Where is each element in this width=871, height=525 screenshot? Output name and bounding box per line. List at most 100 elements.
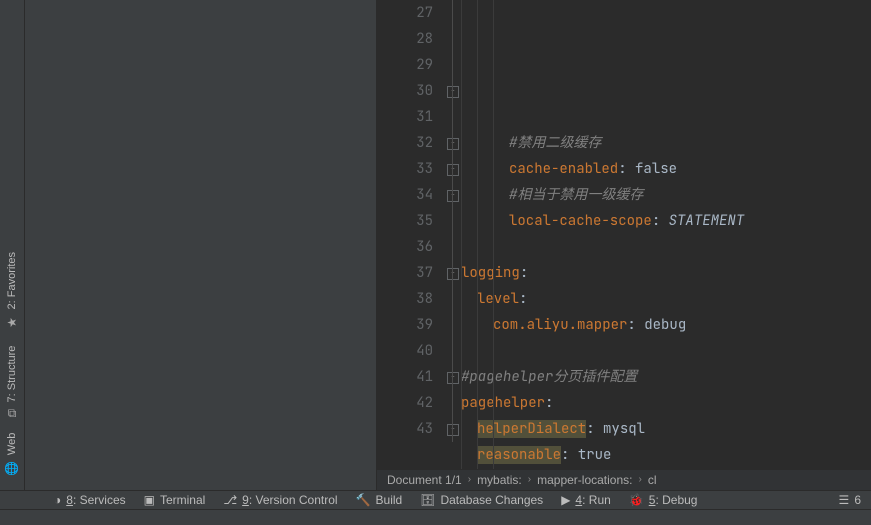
code-token: reasonable <box>477 446 561 464</box>
code-line[interactable]: local-cache-scope: STATEMENT <box>461 208 871 234</box>
structure-icon: ⧉ <box>8 406 17 420</box>
bottom-toolbar: ◑ 8: Services ▣ Terminal ⎇ 9: Version Co… <box>0 490 871 509</box>
code-token: : <box>618 160 635 178</box>
fold-open-icon[interactable]: − <box>447 164 459 176</box>
code-line[interactable]: reasonable: true <box>461 442 871 468</box>
bug-icon: 🐞 <box>629 493 644 507</box>
services-icon: ◑ <box>54 493 61 507</box>
code-token: false <box>635 160 677 178</box>
breadcrumb-doc: Document 1/1 <box>387 469 462 490</box>
code-token: : <box>520 264 528 282</box>
line-number: 35 <box>377 208 433 234</box>
line-number: 30 <box>377 78 433 104</box>
database-changes-button[interactable]: 🗄 Database Changes <box>420 493 543 507</box>
breadcrumb-item[interactable]: mapper-locations: <box>537 469 632 490</box>
fold-close-icon[interactable]: − <box>447 86 459 98</box>
version-control-button[interactable]: ⎇ 9: Version Control <box>223 493 337 507</box>
code-token: logging <box>461 264 520 282</box>
code-token: #禁用二级缓存 <box>509 134 601 152</box>
web-label: Web <box>6 433 18 455</box>
code-token: level <box>477 290 519 308</box>
code-line[interactable]: cache-enabled: false <box>461 156 871 182</box>
status-list-button[interactable]: ☰ 6 <box>839 493 861 507</box>
code-token: : <box>652 212 669 230</box>
play-icon: ▶ <box>561 493 570 507</box>
code-line[interactable]: #禁用二级缓存 <box>461 130 871 156</box>
structure-toolwindow[interactable]: ⧉ 7: Structure <box>5 338 19 425</box>
chevron-right-icon: › <box>528 469 531 490</box>
code-column[interactable]: #禁用二级缓存 cache-enabled: false #相当于禁用一级缓存 loc… <box>461 0 871 469</box>
run-button[interactable]: ▶ 4: Run <box>561 493 611 507</box>
code-line[interactable] <box>461 338 871 364</box>
code-token: debug <box>644 316 686 334</box>
breadcrumb-item[interactable]: mybatis: <box>477 469 522 490</box>
code-line[interactable]: level: <box>461 286 871 312</box>
code-token: cache-enabled <box>509 160 618 178</box>
services-button[interactable]: ◑ 8: Services <box>54 493 126 507</box>
structure-label: 7: Structure <box>6 346 18 403</box>
fold-open-icon[interactable]: − <box>447 424 459 436</box>
code-token: #相当于禁用一级缓存 <box>509 186 643 204</box>
code-line[interactable]: pagehelper: <box>461 390 871 416</box>
code-token: STATEMENT <box>669 212 745 230</box>
code-token: com.aliyu.mapper <box>493 316 627 334</box>
line-number: 31 <box>377 104 433 130</box>
favorites-label: 2: Favorites <box>6 252 18 309</box>
code-token: pagehelper <box>461 394 545 412</box>
code-token: #pagehelper分页插件配置 <box>461 368 637 386</box>
line-number: 29 <box>377 52 433 78</box>
vcs-icon: ⎇ <box>223 493 237 507</box>
favorites-toolwindow[interactable]: ★ 2: Favorites <box>5 244 19 337</box>
fold-close-icon[interactable]: − <box>447 372 459 384</box>
status-bar <box>0 509 871 525</box>
code-editor[interactable]: 2728293031323334353637383940414243 −−−−−… <box>377 0 871 469</box>
code-token: local-cache-scope <box>509 212 652 230</box>
line-number: 32 <box>377 130 433 156</box>
line-number: 34 <box>377 182 433 208</box>
chevron-right-icon: › <box>468 469 471 490</box>
line-number-gutter: 2728293031323334353637383940414243 <box>377 0 445 469</box>
hammer-icon: 🔨 <box>356 493 371 507</box>
code-line[interactable] <box>461 234 871 260</box>
line-number: 43 <box>377 416 433 442</box>
line-number: 39 <box>377 312 433 338</box>
editor-area: 2728293031323334353637383940414243 −−−−−… <box>377 0 871 490</box>
fold-close-icon[interactable]: − <box>447 190 459 202</box>
fold-open-icon[interactable]: − <box>447 268 459 280</box>
fold-column[interactable]: − − − − − − − <box>445 0 461 469</box>
code-token: : <box>561 446 578 464</box>
line-number: 36 <box>377 234 433 260</box>
code-token: : <box>627 316 644 334</box>
web-toolwindow[interactable]: 🌐 Web <box>5 425 19 484</box>
line-number: 37 <box>377 260 433 286</box>
left-tool-strip: ★ 2: Favorites ⧉ 7: Structure 🌐 Web <box>0 0 25 490</box>
code-token: : <box>586 420 603 438</box>
code-line[interactable]: #相当于禁用一级缓存 <box>461 182 871 208</box>
list-icon: ☰ <box>839 493 850 507</box>
fold-open-icon[interactable]: − <box>447 138 459 150</box>
chevron-right-icon: › <box>638 469 641 490</box>
build-button[interactable]: 🔨 Build <box>356 493 403 507</box>
code-token: true <box>578 446 612 464</box>
breadcrumb-item[interactable]: cl <box>648 469 657 490</box>
code-line[interactable]: #pagehelper分页插件配置 <box>461 364 871 390</box>
terminal-icon: ▣ <box>144 493 155 507</box>
code-line[interactable]: logging: <box>461 260 871 286</box>
code-line[interactable]: helperDialect: mysql <box>461 416 871 442</box>
breadcrumb[interactable]: Document 1/1 › mybatis: › mapper-locatio… <box>377 469 871 490</box>
line-number: 28 <box>377 26 433 52</box>
code-token: : <box>545 394 553 412</box>
code-line[interactable]: com.aliyu.mapper: debug <box>461 312 871 338</box>
project-side-panel[interactable] <box>25 0 377 490</box>
line-number: 41 <box>377 364 433 390</box>
line-number: 27 <box>377 0 433 26</box>
globe-icon: 🌐 <box>5 462 20 476</box>
database-icon: 🗄 <box>420 493 435 507</box>
star-icon: ★ <box>5 316 19 330</box>
line-number: 42 <box>377 390 433 416</box>
fold-guide-line <box>452 0 453 442</box>
line-number: 40 <box>377 338 433 364</box>
terminal-button[interactable]: ▣ Terminal <box>144 493 206 507</box>
code-line[interactable]: supportMethodsArguments: true <box>461 468 871 469</box>
debug-button[interactable]: 🐞 5: Debug <box>629 493 698 507</box>
